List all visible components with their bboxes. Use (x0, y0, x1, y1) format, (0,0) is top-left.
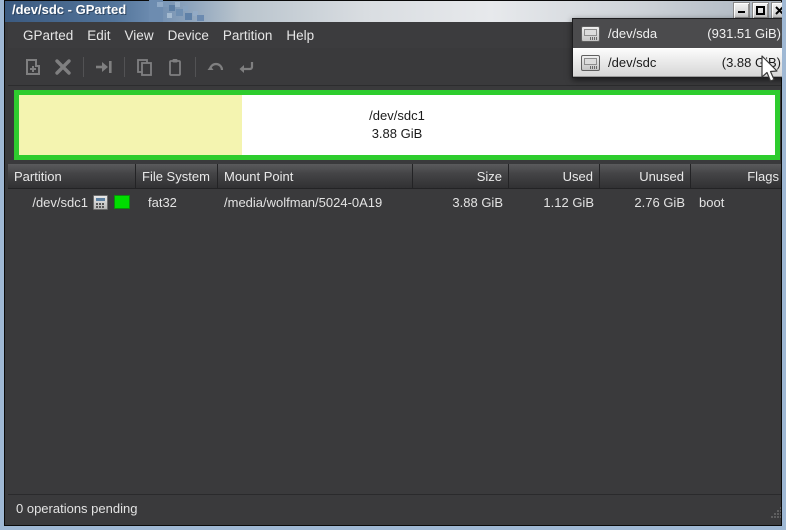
device-option-size: (3.88 GiB) (721, 55, 781, 70)
cell-flags[interactable]: boot (691, 195, 782, 210)
column-header-size[interactable]: Size (413, 164, 509, 188)
toolbar-separator (195, 56, 196, 77)
delete-partition-icon[interactable] (48, 53, 78, 81)
cell-partition[interactable]: /dev/sdc1 (8, 194, 136, 210)
column-header-used[interactable]: Used (509, 164, 600, 188)
cell-used[interactable]: 1.12 GiB (509, 195, 600, 210)
device-option-sdc[interactable]: /dev/sdc (3.88 GiB) (573, 48, 782, 77)
toolbar-separator (124, 56, 125, 77)
menu-item-view[interactable]: View (118, 26, 161, 45)
partition-graphic-border[interactable]: /dev/sdc1 3.88 GiB (14, 90, 780, 160)
apply-icon[interactable] (231, 53, 261, 81)
partition-graphic-size: 3.88 GiB (371, 126, 423, 141)
column-header-flags[interactable]: Flags (691, 164, 782, 188)
partition-graphic-inner[interactable]: /dev/sdc1 3.88 GiB (19, 95, 775, 155)
device-option-name: /dev/sda (608, 26, 658, 41)
title-bar-decoration (149, 0, 204, 22)
maximize-button[interactable] (752, 2, 769, 19)
resize-move-icon[interactable] (89, 53, 119, 81)
device-option-size: (931.51 GiB) (707, 26, 781, 41)
cell-size[interactable]: 3.88 GiB (413, 195, 509, 210)
gparted-window: /dev/sdc - GParted GParted Edit View Dev… (0, 0, 786, 530)
menu-item-help[interactable]: Help (279, 26, 321, 45)
menu-item-gparted[interactable]: GParted (16, 26, 80, 45)
device-option-name: /dev/sdc (608, 55, 657, 70)
menu-item-device[interactable]: Device (161, 26, 216, 45)
partition-name: /dev/sdc1 (32, 194, 88, 210)
copy-icon[interactable] (130, 53, 160, 81)
partition-graphic-label: /dev/sdc1 3.88 GiB (19, 95, 775, 155)
status-text: 0 operations pending (16, 501, 138, 516)
hard-disk-icon (581, 25, 600, 42)
column-header-unused[interactable]: Unused (600, 164, 691, 188)
new-partition-icon[interactable] (18, 53, 48, 81)
column-header-partition[interactable]: Partition (8, 164, 136, 188)
partition-table: Partition File System Mount Point Size U… (8, 164, 782, 498)
mount-point-icon (93, 194, 108, 210)
file-system-color-swatch (114, 195, 130, 209)
resize-grip[interactable] (769, 505, 783, 519)
hard-disk-icon (581, 54, 600, 71)
status-bar: 0 operations pending (8, 494, 783, 522)
partition-graphic-area: /dev/sdc1 3.88 GiB (8, 86, 782, 164)
undo-icon[interactable] (201, 53, 231, 81)
device-dropdown-menu[interactable]: /dev/sda (931.51 GiB) /dev/sdc (3.88 GiB… (572, 18, 782, 78)
cell-mount-point[interactable]: /media/wolfman/5024-0A19 (218, 195, 413, 210)
paste-icon[interactable] (160, 53, 190, 81)
table-row[interactable]: /dev/sdc1 fat32 /media/wolfman/5024-0A19… (8, 189, 782, 215)
window-title: /dev/sdc - GParted (12, 2, 127, 17)
cell-unused[interactable]: 2.76 GiB (600, 195, 691, 210)
cell-file-system[interactable]: fat32 (136, 195, 218, 210)
minimize-button[interactable] (733, 2, 750, 19)
close-button[interactable] (771, 2, 782, 19)
column-header-file-system[interactable]: File System (136, 164, 218, 188)
partition-graphic-name: /dev/sdc1 (369, 108, 425, 124)
toolbar-separator (83, 56, 84, 77)
device-option-sda[interactable]: /dev/sda (931.51 GiB) (573, 19, 782, 48)
column-header-mount-point[interactable]: Mount Point (218, 164, 413, 188)
table-header-row: Partition File System Mount Point Size U… (8, 164, 782, 189)
menu-item-partition[interactable]: Partition (216, 26, 280, 45)
menu-item-edit[interactable]: Edit (80, 26, 117, 45)
